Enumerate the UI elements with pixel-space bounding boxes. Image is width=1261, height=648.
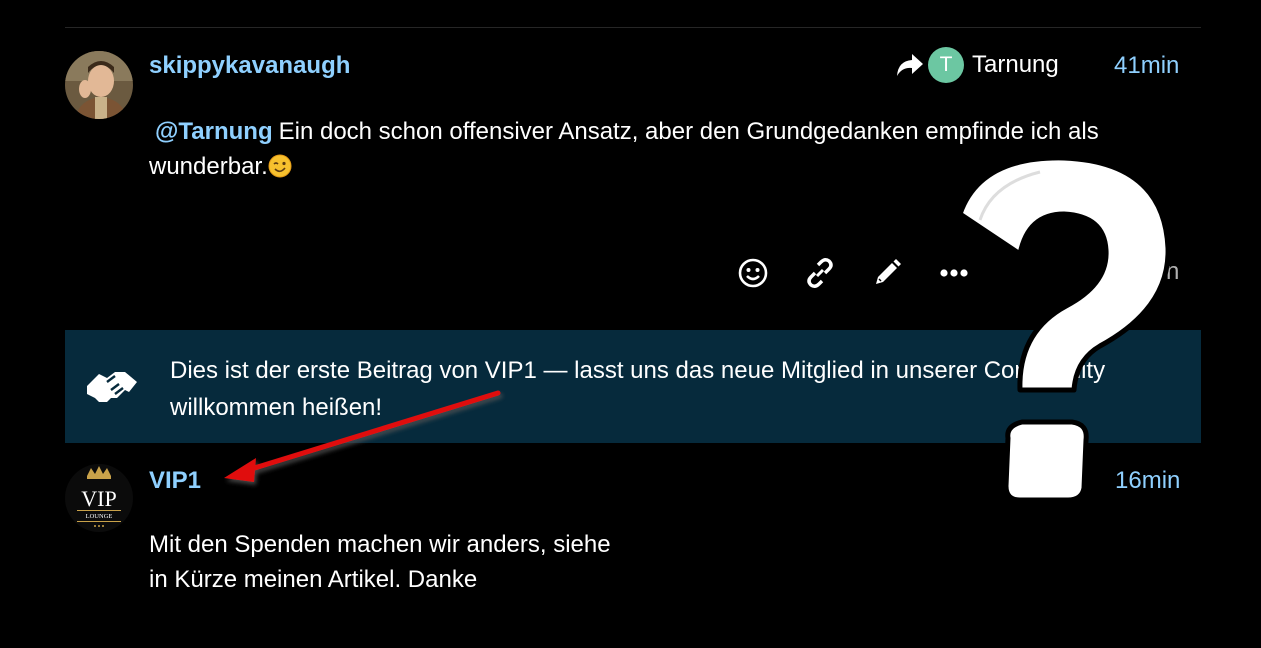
question-mark-icon xyxy=(957,155,1171,503)
